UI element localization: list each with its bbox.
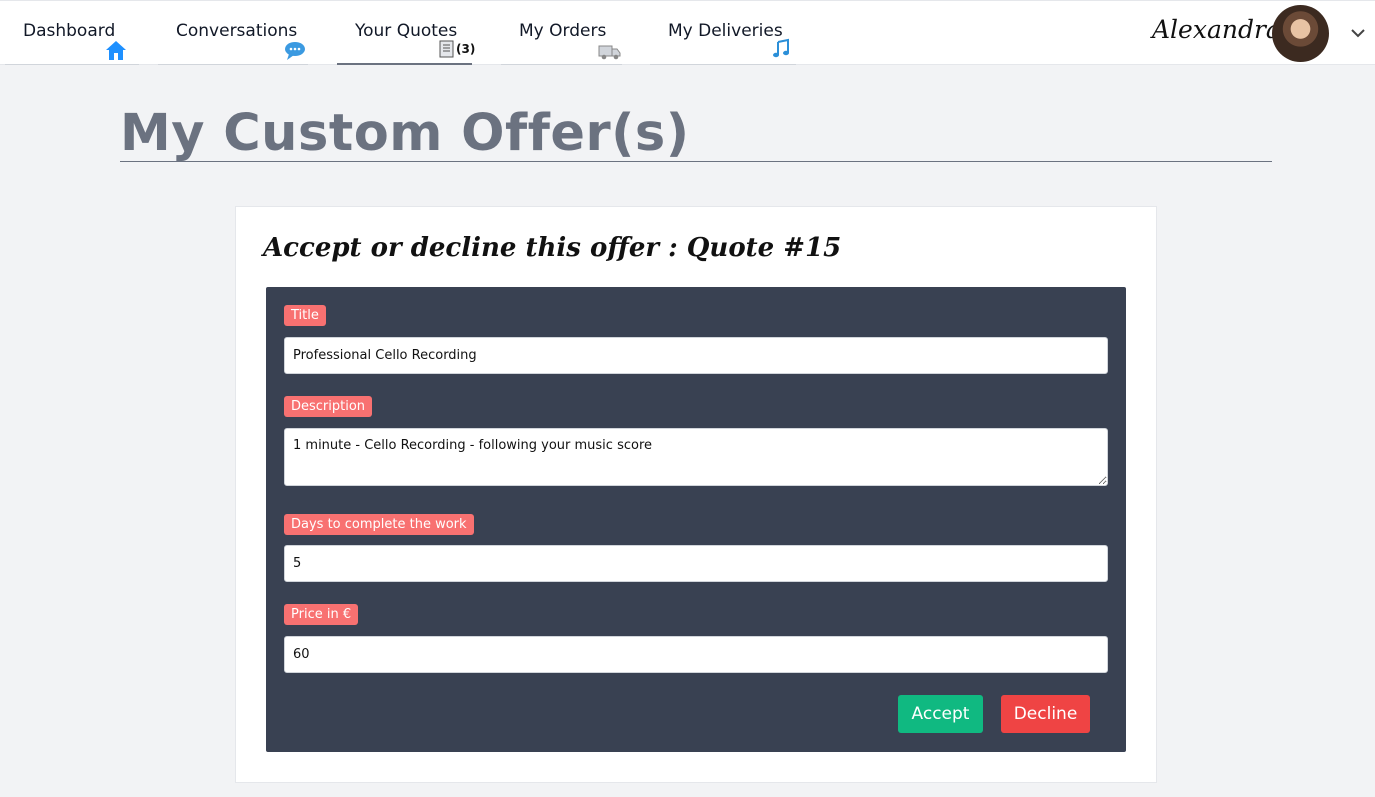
decline-button[interactable]: Decline — [1001, 695, 1090, 733]
top-navbar: Dashboard Conversations Your Quotes (3) … — [0, 0, 1375, 65]
nav-your-quotes[interactable]: Your Quotes (3) — [337, 1, 476, 65]
page-title: My Custom Offer(s) — [120, 104, 690, 163]
accept-button[interactable]: Accept — [898, 695, 983, 733]
nav-my-orders-label: My Orders — [519, 21, 607, 41]
price-label: Price in € — [284, 604, 359, 625]
days-label: Days to complete the work — [284, 514, 474, 535]
music-note-icon — [773, 38, 789, 58]
description-field[interactable]: 1 minute - Cello Recording - following y… — [284, 428, 1108, 486]
title-field[interactable] — [284, 337, 1108, 374]
nav-dashboard[interactable]: Dashboard — [5, 1, 139, 65]
chat-bubbles-icon — [285, 42, 305, 60]
delivery-truck-icon — [598, 45, 621, 60]
document-icon — [439, 40, 454, 58]
nav-conversations[interactable]: Conversations — [158, 1, 308, 65]
avatar[interactable] — [1272, 5, 1329, 62]
nav-your-quotes-label: Your Quotes — [355, 21, 458, 41]
quote-count-badge: (3) — [456, 42, 476, 56]
title-divider — [120, 161, 1272, 162]
home-icon — [106, 41, 126, 60]
nav-my-deliveries[interactable]: My Deliveries — [650, 1, 796, 65]
nav-my-orders[interactable]: My Orders — [501, 1, 622, 65]
chevron-down-icon[interactable] — [1348, 23, 1368, 43]
nav-conversations-label: Conversations — [176, 21, 298, 41]
description-label: Description — [284, 396, 373, 417]
offer-heading: Accept or decline this offer : Quote #15 — [263, 233, 842, 263]
user-name: Alexandra — [1152, 15, 1281, 44]
days-field[interactable] — [284, 545, 1108, 582]
nav-my-deliveries-label: My Deliveries — [668, 21, 783, 41]
price-field[interactable] — [284, 636, 1108, 673]
title-label: Title — [284, 305, 326, 326]
nav-dashboard-label: Dashboard — [23, 21, 116, 41]
